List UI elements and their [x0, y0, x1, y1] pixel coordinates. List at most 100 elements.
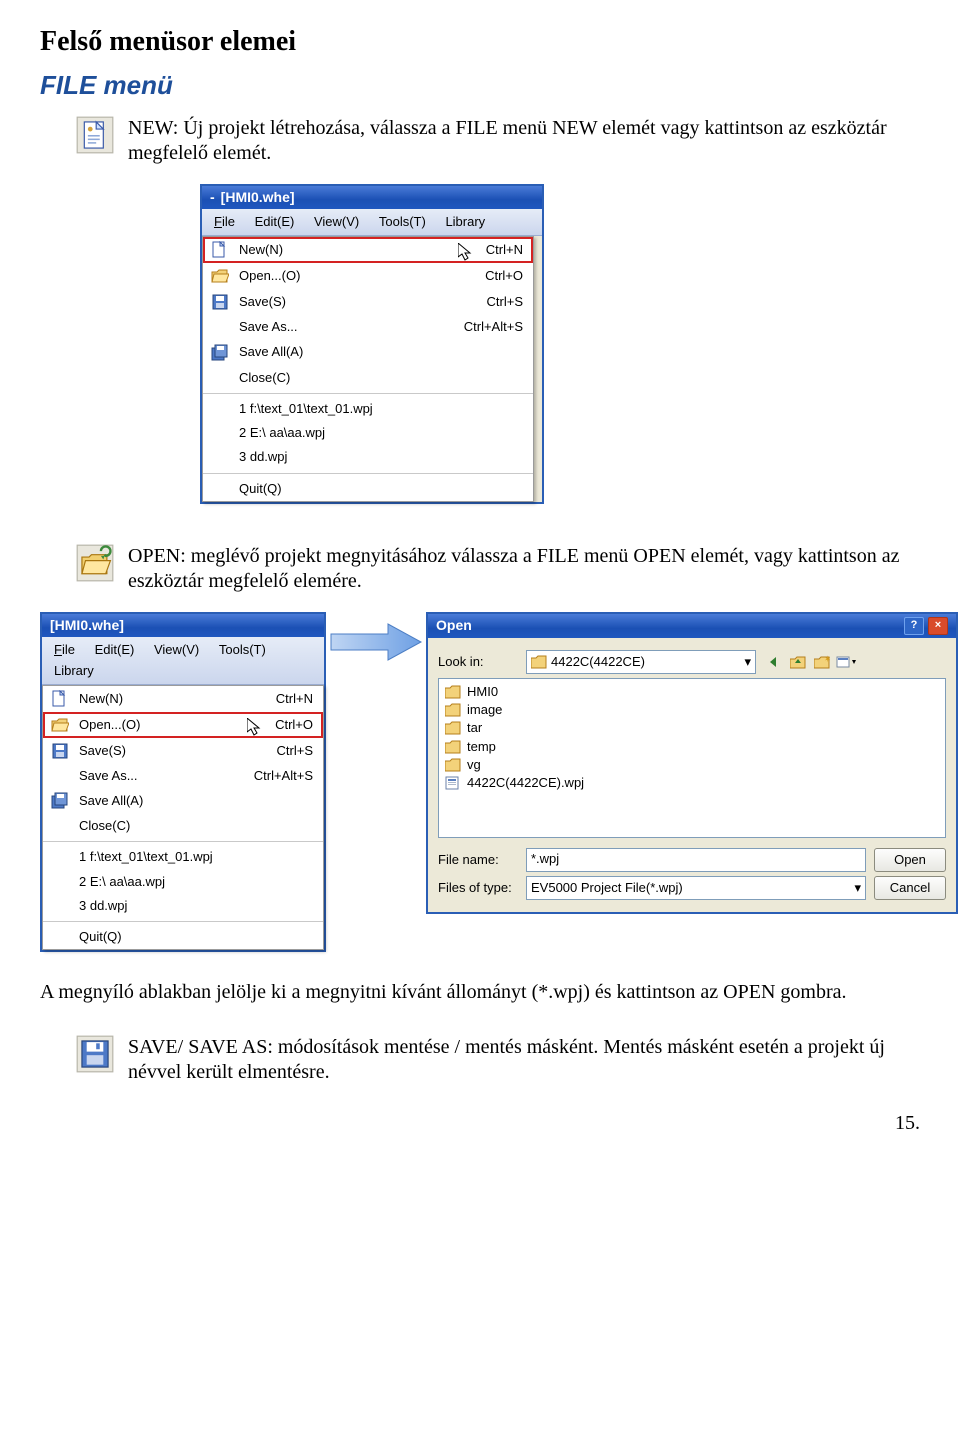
new-document-icon: [76, 116, 114, 154]
menu-item-saveas-shortcut: Ctrl+Alt+S: [464, 319, 523, 335]
filename-input[interactable]: *.wpj: [526, 848, 866, 872]
menu-edit[interactable]: Edit(E): [247, 212, 303, 232]
menu-file[interactable]: File: [206, 212, 243, 232]
open-folder-icon: [209, 267, 231, 285]
menu-item-save-label: Save(S): [239, 294, 479, 310]
list-item[interactable]: tar: [445, 719, 939, 737]
list-item[interactable]: vg: [445, 756, 939, 774]
entry-save-text: SAVE/ SAVE AS: módosítások mentése / men…: [128, 1035, 920, 1085]
screenshot-file-menu-open: [HMI0.whe] File Edit(E) View(V) Tools(T)…: [40, 612, 326, 953]
menu-item-save[interactable]: Save(S) Ctrl+S: [203, 289, 533, 315]
menubar: File Edit(E) View(V) Tools(T) Library: [202, 209, 542, 236]
menu-item-recent-1[interactable]: 1 f:\text_01\text_01.wpj: [43, 845, 323, 869]
cursor-icon: [247, 718, 261, 736]
open-dialog-title: Open: [436, 617, 472, 635]
menu-item-recent-3[interactable]: 3 dd.wpj: [203, 445, 533, 469]
window-titlebar: [HMI0.whe]: [42, 614, 324, 638]
menu-item-open-label: Open...(O): [239, 268, 477, 284]
cursor-icon: [458, 243, 472, 261]
page-title: Felső menüsor elemei: [40, 24, 920, 59]
filetype-value: EV5000 Project File(*.wpj): [531, 880, 683, 896]
menu-item-close[interactable]: Close(C): [203, 366, 533, 390]
menubar: File Edit(E) View(V) Tools(T) Library: [42, 637, 324, 685]
section-subtitle: FILE menü: [40, 69, 920, 102]
back-icon[interactable]: [764, 653, 784, 671]
open-folder-icon: [76, 544, 114, 582]
entry-new: NEW: Új projekt létrehozása, válassza a …: [76, 116, 920, 166]
menu-item-recent-2[interactable]: 2 E:\ aa\aa.wpj: [43, 870, 323, 894]
menu-view[interactable]: View(V): [306, 212, 367, 232]
menu-item-saveas-label: Save As...: [239, 319, 456, 335]
entry-open-text: OPEN: meglévő projekt megnyitásához vála…: [128, 544, 920, 594]
menu-item-new-label: New(N): [239, 242, 456, 258]
menu-item-recent-2[interactable]: 2 E:\ aa\aa.wpj: [203, 421, 533, 445]
menu-view[interactable]: View(V): [146, 640, 207, 660]
view-menu-icon[interactable]: [836, 653, 856, 671]
menu-item-save-shortcut: Ctrl+S: [487, 294, 523, 310]
cancel-button[interactable]: Cancel: [874, 876, 946, 900]
menu-item-saveas[interactable]: Save As... Ctrl+Alt+S: [203, 315, 533, 339]
menu-tools[interactable]: Tools(T): [211, 640, 274, 660]
filetype-label: Files of type:: [438, 880, 518, 896]
chevron-down-icon: ▾: [744, 654, 751, 670]
chevron-down-icon: ▾: [854, 880, 861, 896]
filetype-select[interactable]: EV5000 Project File(*.wpj) ▾: [526, 876, 866, 900]
menu-item-open[interactable]: Open...(O) Ctrl+O: [203, 263, 533, 289]
menu-item-open-shortcut: Ctrl+O: [485, 268, 523, 284]
save-icon: [76, 1035, 114, 1073]
open-dialog-titlebar: Open ? ×: [428, 614, 956, 638]
save-all-icon: [49, 792, 71, 810]
menu-library[interactable]: Library: [46, 661, 102, 681]
menu-item-saveall[interactable]: Save All(A): [43, 788, 323, 814]
menu-edit[interactable]: Edit(E): [87, 640, 143, 660]
new-folder-icon[interactable]: ✶: [812, 653, 832, 671]
new-icon: [209, 241, 231, 259]
help-button-icon[interactable]: ?: [904, 617, 924, 635]
list-item[interactable]: image: [445, 701, 939, 719]
new-icon: [49, 690, 71, 708]
lookin-value: 4422C(4422CE): [551, 654, 645, 670]
menu-item-quit[interactable]: Quit(Q): [43, 925, 323, 949]
save-all-icon: [209, 344, 231, 362]
menu-item-saveall[interactable]: Save All(A): [203, 340, 533, 366]
filename-label: File name:: [438, 852, 518, 868]
menu-item-close-label: Close(C): [239, 370, 523, 386]
window-title: [HMI0.whe]: [50, 617, 124, 635]
entry-save: SAVE/ SAVE AS: módosítások mentése / men…: [76, 1035, 920, 1085]
menu-item-new[interactable]: New(N) Ctrl+N: [43, 686, 323, 712]
menu-item-quit[interactable]: Quit(Q): [203, 477, 533, 501]
save-icon: [49, 742, 71, 760]
svg-text:✶: ✶: [824, 655, 830, 664]
save-icon: [209, 293, 231, 311]
list-item[interactable]: temp: [445, 738, 939, 756]
lookin-label: Look in:: [438, 654, 518, 670]
menu-item-saveall-label: Save All(A): [239, 344, 523, 360]
open-folder-icon: [49, 716, 71, 734]
screenshot-open-dialog: Open ? × Look in: 4422C(4422CE) ▾: [426, 612, 958, 914]
entry-new-text: NEW: Új projekt létrehozása, válassza a …: [128, 116, 920, 166]
screenshot-file-menu-new: - [HMI0.whe] File Edit(E) View(V) Tools(…: [200, 184, 544, 504]
entry-open: OPEN: meglévő projekt megnyitásához vála…: [76, 544, 920, 594]
menu-item-new[interactable]: New(N) Ctrl+N: [203, 237, 533, 263]
lookin-select[interactable]: 4422C(4422CE) ▾: [526, 650, 756, 674]
menu-item-saveas[interactable]: Save As...Ctrl+Alt+S: [43, 764, 323, 788]
list-item[interactable]: 4422C(4422CE).wpj: [445, 774, 939, 792]
open-note-paragraph: A megnyíló ablakban jelölje ki a megnyit…: [40, 980, 920, 1005]
open-button[interactable]: Open: [874, 848, 946, 872]
close-button-icon[interactable]: ×: [928, 617, 948, 635]
file-list[interactable]: HMI0 image tar temp vg 4422C(4422CE).wpj: [438, 678, 946, 838]
menu-item-new-shortcut: Ctrl+N: [486, 242, 523, 258]
menu-library[interactable]: Library: [437, 212, 493, 232]
menu-item-recent-1[interactable]: 1 f:\text_01\text_01.wpj: [203, 397, 533, 421]
menu-item-save[interactable]: Save(S) Ctrl+S: [43, 738, 323, 764]
page-number: 15.: [40, 1111, 920, 1136]
arrow-icon: [326, 612, 426, 672]
menu-item-recent-3[interactable]: 3 dd.wpj: [43, 894, 323, 918]
window-titlebar: - [HMI0.whe]: [202, 186, 542, 210]
up-folder-icon[interactable]: [788, 653, 808, 671]
list-item[interactable]: HMI0: [445, 683, 939, 701]
menu-item-close[interactable]: Close(C): [43, 814, 323, 838]
menu-tools[interactable]: Tools(T): [371, 212, 434, 232]
menu-item-open[interactable]: Open...(O) Ctrl+O: [43, 712, 323, 738]
menu-file[interactable]: File: [46, 640, 83, 660]
